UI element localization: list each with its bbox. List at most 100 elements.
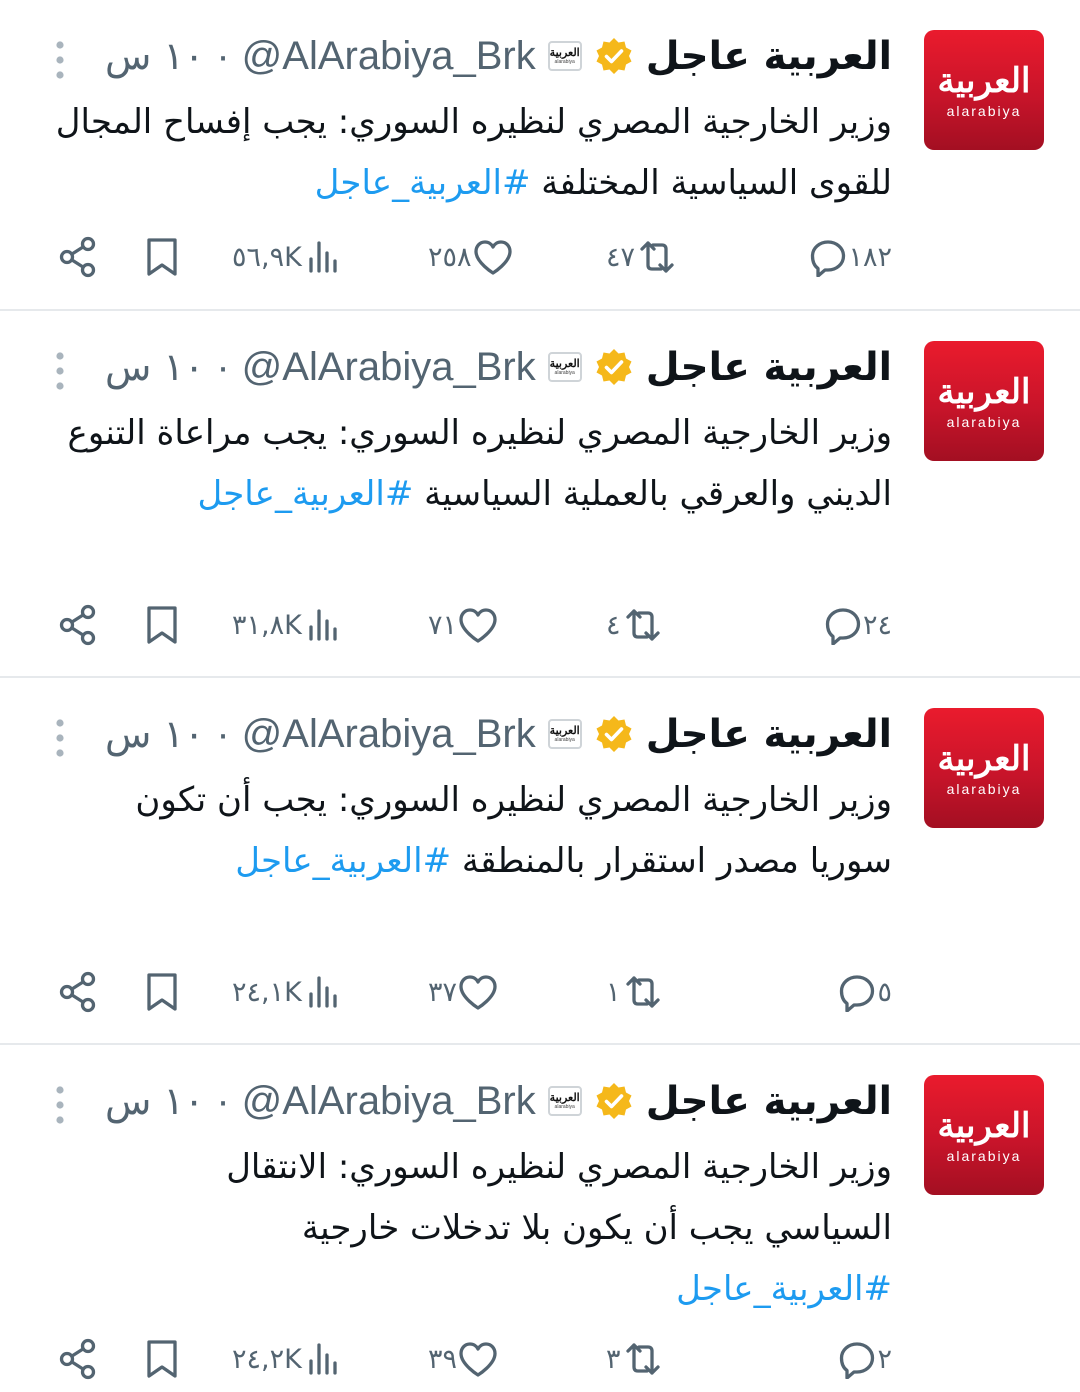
reply-icon bbox=[825, 608, 861, 645]
separator-dot: · bbox=[216, 1078, 230, 1123]
author-handle[interactable]: @AlArabiya_Brk bbox=[242, 1079, 536, 1124]
views-button[interactable]: ٢٤,١K bbox=[232, 967, 346, 1017]
more-options-icon[interactable] bbox=[52, 351, 68, 391]
affiliate-badge-subtitle: alarabiya bbox=[554, 737, 575, 743]
timestamp[interactable]: ١٠ س bbox=[105, 34, 204, 78]
tweet-header: العربية عاجل العربية alarabiya @AlArabiy… bbox=[105, 708, 892, 760]
reply-button[interactable]: ٢٤ bbox=[823, 600, 892, 650]
like-button[interactable]: ٣٧ bbox=[428, 967, 499, 1017]
author-handle[interactable]: @AlArabiya_Brk bbox=[242, 712, 536, 757]
hashtag-link[interactable]: #العربية_عاجل bbox=[676, 1269, 892, 1309]
more-options-icon[interactable] bbox=[52, 40, 68, 80]
avatar-subtitle: alarabiya bbox=[946, 1148, 1022, 1164]
bookmark-icon bbox=[147, 606, 177, 644]
reply-count: ١٨٢ bbox=[848, 241, 892, 273]
tweet[interactable]: العربية alarabiya العربية عاجل العربية a… bbox=[0, 678, 1080, 1045]
retweet-icon bbox=[640, 241, 674, 273]
timestamp[interactable]: ١٠ س bbox=[105, 1079, 204, 1123]
share-icon bbox=[59, 971, 96, 1013]
timestamp[interactable]: ١٠ س bbox=[105, 712, 204, 756]
avatar-subtitle: alarabiya bbox=[946, 103, 1022, 119]
affiliate-badge-logo: العربية bbox=[549, 357, 580, 370]
like-count: ٢٥٨ bbox=[428, 241, 472, 273]
bookmark-button[interactable] bbox=[142, 232, 182, 282]
more-options-icon[interactable] bbox=[52, 1085, 68, 1125]
like-button[interactable]: ٣٩ bbox=[428, 1334, 499, 1384]
affiliate-badge[interactable]: العربية alarabiya bbox=[547, 352, 582, 382]
verified-badge-icon bbox=[596, 349, 632, 385]
hashtag-link[interactable]: #العربية_عاجل bbox=[198, 474, 414, 514]
affiliate-badge-logo: العربية bbox=[549, 46, 580, 59]
bookmark-button[interactable] bbox=[142, 600, 182, 650]
share-button[interactable] bbox=[56, 600, 100, 650]
views-bar-chart-icon bbox=[309, 976, 337, 1008]
tweet-text-content: وزير الخارجية المصري لنظيره السوري: الان… bbox=[226, 1147, 892, 1248]
share-button[interactable] bbox=[56, 1334, 100, 1384]
like-button[interactable]: ٢٥٨ bbox=[428, 232, 514, 282]
avatar[interactable]: العربية alarabiya bbox=[924, 708, 1044, 828]
avatar[interactable]: العربية alarabiya bbox=[924, 30, 1044, 150]
like-count: ٧١ bbox=[428, 609, 458, 641]
share-icon bbox=[59, 236, 96, 278]
affiliate-badge[interactable]: العربية alarabiya bbox=[547, 41, 582, 71]
views-bar-chart-icon bbox=[309, 609, 337, 641]
affiliate-badge-subtitle: alarabiya bbox=[554, 1104, 575, 1110]
avatar[interactable]: العربية alarabiya bbox=[924, 341, 1044, 461]
views-button[interactable]: ٥٦,٩K bbox=[232, 232, 346, 282]
retweet-icon bbox=[625, 1343, 660, 1375]
like-count: ٣٧ bbox=[428, 976, 458, 1008]
reply-icon bbox=[840, 1342, 875, 1379]
author-name[interactable]: العربية عاجل bbox=[646, 34, 892, 79]
reply-button[interactable]: ٢ bbox=[837, 1334, 892, 1384]
retweet-icon bbox=[625, 976, 660, 1008]
author-name[interactable]: العربية عاجل bbox=[646, 1079, 892, 1124]
timestamp[interactable]: ١٠ س bbox=[105, 345, 204, 389]
retweet-count: ٤٧ bbox=[606, 241, 636, 273]
tweet-text: وزير الخارجية المصري لنظيره السوري: يجب … bbox=[92, 770, 892, 892]
author-handle[interactable]: @AlArabiya_Brk bbox=[242, 34, 536, 79]
avatar-logo: العربية bbox=[937, 739, 1031, 779]
share-button[interactable] bbox=[56, 967, 100, 1017]
tweet[interactable]: العربية alarabiya العربية عاجل العربية a… bbox=[0, 0, 1080, 311]
retweet-button[interactable]: ٣ bbox=[606, 1334, 665, 1384]
retweet-button[interactable]: ١ bbox=[606, 967, 665, 1017]
views-button[interactable]: ٢٤,٢K bbox=[232, 1334, 346, 1384]
avatar[interactable]: العربية alarabiya bbox=[924, 1075, 1044, 1195]
view-count: ٢٤,١K bbox=[232, 976, 302, 1008]
hashtag-link[interactable]: #العربية_عاجل bbox=[315, 163, 531, 203]
view-count: ٢٤,٢K bbox=[232, 1343, 302, 1375]
affiliate-badge-subtitle: alarabiya bbox=[554, 370, 575, 376]
tweet-text-content: وزير الخارجية المصري لنظيره السوري: يجب … bbox=[67, 413, 892, 514]
reply-count: ٥ bbox=[877, 976, 892, 1008]
reply-button[interactable]: ٥ bbox=[837, 967, 892, 1017]
action-bar: ١٨٢ ٤٧ ٢٥٨ ٥٦,٩K bbox=[0, 232, 1080, 282]
reply-button[interactable]: ١٨٢ bbox=[808, 232, 892, 282]
affiliate-badge-logo: العربية bbox=[549, 724, 580, 737]
author-name[interactable]: العربية عاجل bbox=[646, 345, 892, 390]
more-options-icon[interactable] bbox=[52, 718, 68, 758]
heart-icon bbox=[459, 1342, 497, 1377]
retweet-count: ٣ bbox=[606, 1343, 621, 1375]
affiliate-badge[interactable]: العربية alarabiya bbox=[547, 719, 582, 749]
tweet[interactable]: العربية alarabiya العربية عاجل العربية a… bbox=[0, 311, 1080, 678]
affiliate-badge-subtitle: alarabiya bbox=[554, 59, 575, 65]
author-handle[interactable]: @AlArabiya_Brk bbox=[242, 345, 536, 390]
author-name[interactable]: العربية عاجل bbox=[646, 712, 892, 757]
bookmark-button[interactable] bbox=[142, 967, 182, 1017]
views-button[interactable]: ٣١,٨K bbox=[232, 600, 346, 650]
retweet-button[interactable]: ٤٧ bbox=[606, 232, 679, 282]
reply-icon bbox=[840, 975, 875, 1012]
view-count: ٥٦,٩K bbox=[232, 241, 302, 273]
affiliate-badge[interactable]: العربية alarabiya bbox=[547, 1086, 582, 1116]
bookmark-button[interactable] bbox=[142, 1334, 182, 1384]
retweet-button[interactable]: ٤ bbox=[606, 600, 665, 650]
avatar-logo: العربية bbox=[937, 1106, 1031, 1146]
share-button[interactable] bbox=[56, 232, 100, 282]
like-button[interactable]: ٧١ bbox=[428, 600, 499, 650]
hashtag-link[interactable]: #العربية_عاجل bbox=[235, 841, 451, 881]
verified-badge-icon bbox=[596, 716, 632, 752]
verified-badge-icon bbox=[596, 1083, 632, 1119]
bookmark-icon bbox=[147, 973, 177, 1011]
tweet-header: العربية عاجل العربية alarabiya @AlArabiy… bbox=[105, 341, 892, 393]
tweet[interactable]: العربية alarabiya العربية عاجل العربية a… bbox=[0, 1045, 1080, 1392]
